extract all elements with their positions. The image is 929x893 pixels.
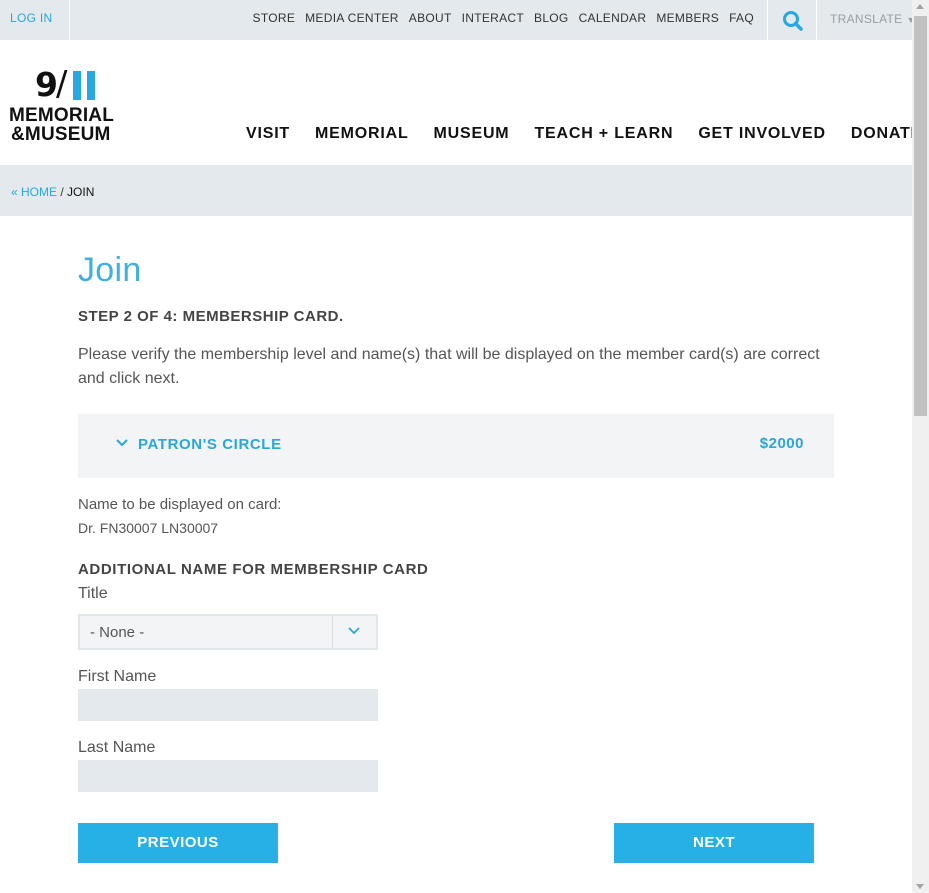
utility-link-store[interactable]: STORE <box>253 11 296 25</box>
step-heading: STEP 2 OF 4: MEMBERSHIP CARD. <box>78 308 344 325</box>
title-select-arrow[interactable] <box>332 616 376 648</box>
title-select-value: - None - <box>90 624 145 641</box>
logo-bar-icon <box>87 71 95 100</box>
utility-link-about[interactable]: ABOUT <box>409 11 452 25</box>
page-title: Join <box>78 251 142 289</box>
logo-text-memorial: MEMORIAL <box>9 105 115 126</box>
utility-link-blog[interactable]: BLOG <box>534 11 569 25</box>
logo-bar-icon <box>73 71 81 100</box>
utility-link-faq[interactable]: FAQ <box>729 11 754 25</box>
breadcrumb-home[interactable]: « HOME <box>11 185 57 199</box>
card-name-label: Name to be displayed on card: <box>78 496 282 513</box>
search-icon <box>783 11 803 31</box>
utility-link-media-center[interactable]: MEDIA CENTER <box>305 11 399 25</box>
previous-button[interactable]: PREVIOUS <box>78 823 278 863</box>
breadcrumb-bar: « HOME / JOIN <box>0 165 912 216</box>
membership-level-price: $2000 <box>759 435 804 452</box>
login-link[interactable]: LOG IN <box>0 0 70 40</box>
intro-text: Please verify the membership level and n… <box>78 346 820 387</box>
logo-text-museum: &MUSEUM <box>11 124 111 145</box>
title-select[interactable]: - None - <box>78 614 378 650</box>
utility-bar: LOG IN STORE MEDIA CENTER ABOUT INTERACT… <box>0 0 915 40</box>
card-name-value: Dr. FN30007 LN30007 <box>78 520 219 536</box>
nav-item-get-involved[interactable]: GET INVOLVED <box>698 125 826 143</box>
login-label: LOG IN <box>10 11 53 25</box>
logo-nine: 9 <box>35 65 58 104</box>
scroll-up-arrow-icon[interactable] <box>916 4 924 9</box>
utility-links: STORE MEDIA CENTER ABOUT INTERACT BLOG C… <box>253 11 754 25</box>
translate-dropdown[interactable]: TRANSLATE▼ <box>830 12 916 26</box>
first-name-label: First Name <box>78 668 157 685</box>
utility-link-calendar[interactable]: CALENDAR <box>579 11 647 25</box>
breadcrumb-current: JOIN <box>67 185 95 199</box>
chevron-down-icon <box>116 439 128 447</box>
main-content: Join STEP 2 OF 4: MEMBERSHIP CARD. Pleas… <box>78 240 834 863</box>
translate-label: TRANSLATE <box>830 12 903 26</box>
breadcrumb-separator: / <box>57 185 68 199</box>
membership-level-name: PATRON'S CIRCLE <box>138 436 282 453</box>
search-button[interactable] <box>767 0 817 40</box>
utility-link-interact[interactable]: INTERACT <box>462 11 524 25</box>
scrollbar[interactable] <box>912 0 929 893</box>
main-nav: VISIT MEMORIAL MUSEUM TEACH + LEARN GET … <box>246 125 922 143</box>
nav-item-visit[interactable]: VISIT <box>246 125 290 143</box>
title-label: Title <box>78 585 108 602</box>
last-name-label: Last Name <box>78 739 156 756</box>
nav-item-memorial[interactable]: MEMORIAL <box>315 125 409 143</box>
nav-item-teach-learn[interactable]: TEACH + LEARN <box>534 125 673 143</box>
scroll-down-arrow-icon[interactable] <box>916 884 924 889</box>
site-logo[interactable]: 9 / MEMORIAL &MUSEUM <box>9 64 129 148</box>
next-button[interactable]: NEXT <box>614 823 814 863</box>
last-name-field[interactable] <box>78 760 378 792</box>
breadcrumb: « HOME / JOIN <box>11 185 94 199</box>
utility-link-members[interactable]: MEMBERS <box>656 11 719 25</box>
additional-name-heading: ADDITIONAL NAME FOR MEMBERSHIP CARD <box>78 561 429 578</box>
nav-item-museum[interactable]: MUSEUM <box>434 125 510 143</box>
logo-slash: / <box>56 64 68 104</box>
first-name-field[interactable] <box>78 689 378 721</box>
chevron-down-icon <box>348 627 360 635</box>
scrollbar-thumb[interactable] <box>914 16 927 416</box>
membership-level-toggle[interactable]: PATRON'S CIRCLE $2000 <box>78 414 834 478</box>
